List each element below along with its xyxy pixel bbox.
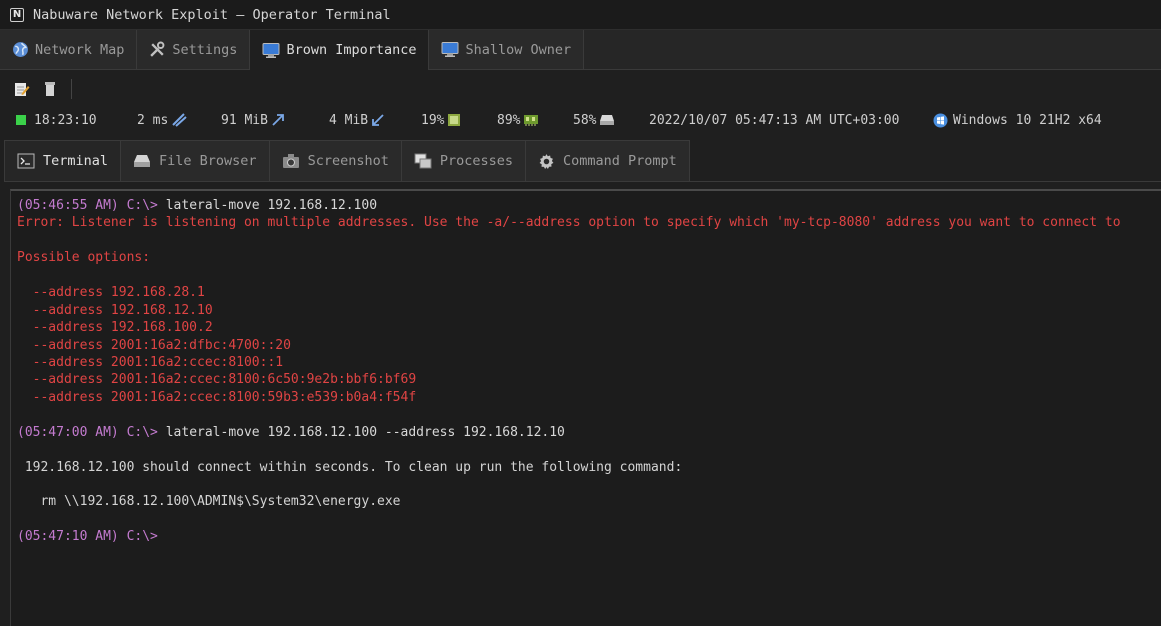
tab-network-map[interactable]: Network Map bbox=[0, 30, 138, 69]
toolbar-divider bbox=[71, 79, 72, 99]
gear-icon bbox=[538, 153, 555, 170]
tab-command-prompt[interactable]: Command Prompt bbox=[526, 140, 690, 181]
status-latency: 2 ms bbox=[137, 113, 221, 128]
terminal-line: (05:47:00 AM) C:\> lateral-move 192.168.… bbox=[17, 424, 1161, 441]
tab-label: Settings bbox=[172, 41, 238, 58]
windows-logo-icon bbox=[933, 113, 948, 128]
terminal-error-text: --address 2001:16a2:ccec:8100:59b3:e539:… bbox=[17, 389, 417, 405]
camera-icon bbox=[282, 153, 300, 169]
terminal-prompt: (05:46:55 AM) C:\> bbox=[17, 198, 166, 213]
tools-icon bbox=[149, 41, 166, 58]
terminal-line: --address 2001:16a2:ccec:8100:59b3:e539:… bbox=[17, 389, 1161, 406]
monitor-icon bbox=[262, 42, 280, 59]
app-logo: N bbox=[10, 7, 24, 22]
terminal-error-text: --address 192.168.28.1 bbox=[17, 285, 205, 301]
terminal-line: --address 192.168.28.1 bbox=[17, 284, 1161, 301]
terminal-prompt: (05:47:00 AM) C:\> bbox=[17, 424, 166, 440]
tab-label: Terminal bbox=[43, 153, 109, 169]
monitor-icon bbox=[441, 41, 459, 58]
session-tabs: Network Map Settings Brown Importance Sh… bbox=[0, 30, 1161, 70]
terminal-icon bbox=[17, 153, 35, 169]
panel-tabs: Terminal File Browser Screenshot Process… bbox=[4, 140, 1161, 182]
status-ram: 89% bbox=[497, 113, 573, 128]
status-cpu: 19% bbox=[421, 113, 497, 128]
terminal-prompt: (05:47:10 AM) C:\> bbox=[17, 529, 158, 545]
notepad-edit-icon[interactable] bbox=[13, 80, 31, 98]
terminal-output-text: rm \\192.168.12.100\ADMIN$\System32\ener… bbox=[17, 494, 401, 510]
terminal-error-text: --address 192.168.100.2 bbox=[17, 320, 213, 336]
terminal-command: lateral-move 192.168.12.100 --address 19… bbox=[165, 424, 565, 440]
cpu-icon bbox=[447, 113, 461, 127]
terminal-line: (05:46:55 AM) C:\> lateral-move 192.168.… bbox=[17, 197, 1161, 214]
download-arrow-icon bbox=[371, 113, 385, 127]
ram-icon bbox=[523, 114, 539, 127]
latency-icon bbox=[171, 113, 187, 127]
terminal-line: --address 2001:16a2:dfbc:4700::20 bbox=[17, 337, 1161, 354]
status-os: Windows 10 21H2 x64 bbox=[933, 113, 1102, 128]
trash-icon[interactable] bbox=[41, 80, 59, 98]
tab-label: Brown Importance bbox=[286, 42, 417, 58]
terminal-command: lateral-move 192.168.12.100 bbox=[165, 198, 378, 213]
terminal-line: --address 2001:16a2:ccec:8100:6c50:9e2b:… bbox=[17, 371, 1161, 388]
tab-shallow-owner[interactable]: Shallow Owner bbox=[429, 30, 585, 69]
terminal-line: (05:47:10 AM) C:\> bbox=[17, 528, 1161, 545]
window-title: Nabuware Network Exploit — Operator Term… bbox=[33, 6, 391, 23]
terminal-line: --address 192.168.12.10 bbox=[17, 302, 1161, 319]
tab-label: Shallow Owner bbox=[465, 41, 572, 58]
terminal-error-text: Possible options: bbox=[17, 250, 151, 266]
tab-label: File Browser bbox=[159, 153, 257, 169]
windows-stack-icon bbox=[414, 153, 432, 169]
terminal-error-text: Error: Listener is listening on multiple… bbox=[17, 215, 1121, 231]
status-indicator bbox=[16, 115, 26, 125]
title-bar: N Nabuware Network Exploit — Operator Te… bbox=[0, 0, 1161, 30]
status-memory-tx: 4 MiB bbox=[329, 113, 421, 128]
tab-brown-importance[interactable]: Brown Importance bbox=[250, 30, 430, 70]
tab-processes[interactable]: Processes bbox=[401, 140, 527, 181]
terminal-line: --address 192.168.100.2 bbox=[17, 319, 1161, 336]
status-memory-rx: 91 MiB bbox=[221, 113, 329, 128]
status-disk: 58% bbox=[573, 113, 649, 128]
status-datetime: 2022/10/07 05:47:13 AM UTC+03:00 bbox=[649, 112, 900, 128]
tab-file-browser[interactable]: File Browser bbox=[121, 140, 270, 181]
terminal-error-text: --address 2001:16a2:ccec:8100:6c50:9e2b:… bbox=[17, 372, 417, 388]
tab-label: Command Prompt bbox=[563, 153, 677, 169]
tab-label: Processes bbox=[439, 153, 514, 169]
toolbar bbox=[0, 70, 1161, 108]
upload-arrow-icon bbox=[271, 113, 285, 127]
disk-icon bbox=[599, 114, 615, 126]
terminal-line: Error: Listener is listening on multiple… bbox=[17, 214, 1161, 231]
status-time: 18:23:10 bbox=[16, 113, 137, 128]
terminal-line: rm \\192.168.12.100\ADMIN$\System32\ener… bbox=[17, 493, 1161, 510]
terminal-error-text: --address 2001:16a2:dfbc:4700::20 bbox=[17, 337, 291, 353]
tab-label: Network Map bbox=[35, 41, 125, 58]
globe-icon bbox=[12, 41, 29, 58]
terminal-line: --address 2001:16a2:ccec:8100::1 bbox=[17, 354, 1161, 371]
tab-screenshot[interactable]: Screenshot bbox=[269, 140, 402, 181]
terminal-output-text: 192.168.12.100 should connect within sec… bbox=[17, 459, 683, 475]
terminal-error-text: --address 192.168.12.10 bbox=[17, 302, 213, 318]
terminal-line: Possible options: bbox=[17, 249, 1161, 266]
drive-icon bbox=[133, 154, 151, 168]
tab-terminal[interactable]: Terminal bbox=[4, 140, 122, 181]
tab-label: Screenshot bbox=[307, 153, 389, 169]
terminal-output[interactable]: (05:46:55 AM) C:\> lateral-move 192.168.… bbox=[10, 189, 1161, 626]
tab-settings[interactable]: Settings bbox=[137, 30, 251, 69]
terminal-error-text: --address 2001:16a2:ccec:8100::1 bbox=[17, 354, 284, 370]
status-bar: 18:23:10 2 ms 91 MiB 4 MiB 19% 89% 58% 2… bbox=[0, 108, 1161, 132]
terminal-line: 192.168.12.100 should connect within sec… bbox=[17, 459, 1161, 476]
